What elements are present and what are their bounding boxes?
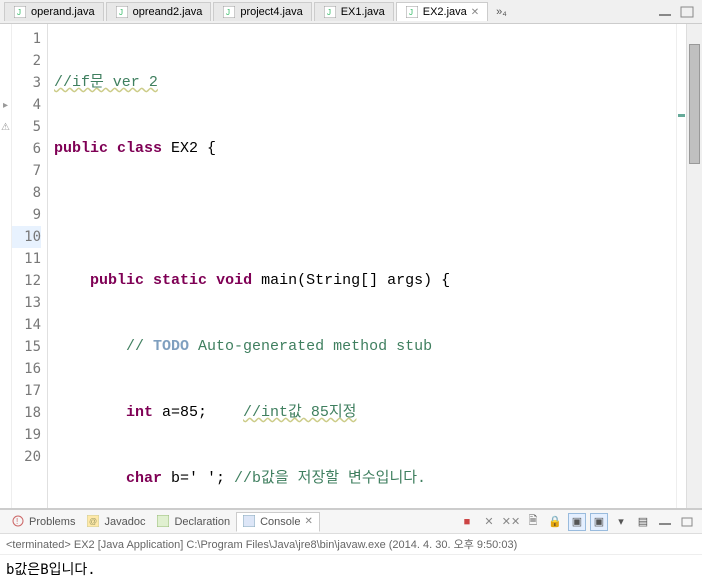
- overview-ruler[interactable]: [676, 24, 686, 508]
- java-file-icon: J: [222, 5, 236, 19]
- show-console-icon[interactable]: ▣: [568, 513, 586, 531]
- code-editor[interactable]: //if문 ver 2 public class EX2 { public st…: [48, 24, 676, 508]
- tab-label: project4.java: [240, 6, 302, 18]
- view-declaration[interactable]: Declaration: [151, 513, 236, 531]
- editor-tab-bar: J operand.java J opreand2.java J project…: [0, 0, 702, 24]
- tab-label: opreand2.java: [133, 6, 203, 18]
- svg-text:J: J: [226, 8, 230, 17]
- minimize-icon[interactable]: [656, 513, 674, 531]
- javadoc-icon: @: [87, 515, 101, 529]
- warning-icon[interactable]: ⚠: [0, 116, 11, 138]
- tab-opreand2[interactable]: J opreand2.java: [106, 2, 212, 21]
- maximize-icon[interactable]: [680, 6, 694, 18]
- line-gutter: 1 2 3 4 5 6 7 8 9 10 11 12 13 14 15 16 1…: [12, 24, 48, 508]
- view-problems[interactable]: ! Problems: [6, 513, 81, 531]
- fold-icon[interactable]: ▸: [0, 94, 11, 116]
- bottom-panel: ! Problems @ Javadoc Declaration Console…: [0, 509, 702, 583]
- tab-label: EX1.java: [341, 6, 385, 18]
- scroll-lock-icon[interactable]: 🔒: [546, 513, 564, 531]
- open-console-icon[interactable]: ▤: [634, 513, 652, 531]
- svg-text:@: @: [89, 517, 97, 526]
- clear-console-icon[interactable]: 🗎: [524, 513, 542, 531]
- minimize-icon[interactable]: [658, 7, 672, 17]
- java-file-icon: J: [323, 5, 337, 19]
- scrollbar-thumb[interactable]: [689, 44, 700, 164]
- close-icon[interactable]: ✕: [471, 7, 479, 18]
- problems-icon: !: [12, 515, 26, 529]
- console-output[interactable]: b값은B입니다.: [0, 555, 702, 583]
- remove-all-icon[interactable]: ✕✕: [502, 513, 520, 531]
- vertical-scrollbar[interactable]: [686, 24, 702, 508]
- view-console[interactable]: Console ✕: [236, 512, 320, 532]
- tab-project4[interactable]: J project4.java: [213, 2, 311, 21]
- tab-ex2[interactable]: J EX2.java ✕: [396, 2, 488, 21]
- svg-text:!: !: [16, 517, 18, 526]
- console-icon: [243, 515, 257, 529]
- java-file-icon: J: [13, 5, 27, 19]
- maximize-icon[interactable]: [678, 513, 696, 531]
- tab-ex1[interactable]: J EX1.java: [314, 2, 394, 21]
- tab-operand[interactable]: J operand.java: [4, 2, 104, 21]
- marker-strip: ▸ ⚠: [0, 24, 12, 508]
- remove-launch-icon[interactable]: ✕: [480, 513, 498, 531]
- terminate-icon[interactable]: ■: [458, 513, 476, 531]
- tab-label: operand.java: [31, 6, 95, 18]
- views-bar: ! Problems @ Javadoc Declaration Console…: [0, 510, 702, 534]
- tab-label: EX2.java: [423, 6, 467, 18]
- declaration-icon: [157, 515, 171, 529]
- console-toolbar: ■ ✕ ✕✕ 🗎 🔒 ▣ ▣ ▾ ▤: [458, 513, 696, 531]
- svg-text:J: J: [119, 8, 123, 17]
- java-file-icon: J: [115, 5, 129, 19]
- editor-area: ▸ ⚠ 1 2 3 4 5 6 7 8 9 10 11 12 13 14 15 …: [0, 24, 702, 509]
- close-icon[interactable]: ✕: [304, 516, 312, 527]
- java-file-icon: J: [405, 5, 419, 19]
- svg-text:J: J: [17, 8, 21, 17]
- view-javadoc[interactable]: @ Javadoc: [81, 513, 151, 531]
- editor-toolbar-right: [658, 6, 702, 18]
- pin-console-icon[interactable]: ▣: [590, 513, 608, 531]
- display-selected-icon[interactable]: ▾: [612, 513, 630, 531]
- svg-text:J: J: [409, 8, 413, 17]
- console-status: <terminated> EX2 [Java Application] C:\P…: [0, 534, 702, 555]
- tab-overflow[interactable]: »₄: [490, 6, 513, 18]
- svg-text:J: J: [327, 8, 331, 17]
